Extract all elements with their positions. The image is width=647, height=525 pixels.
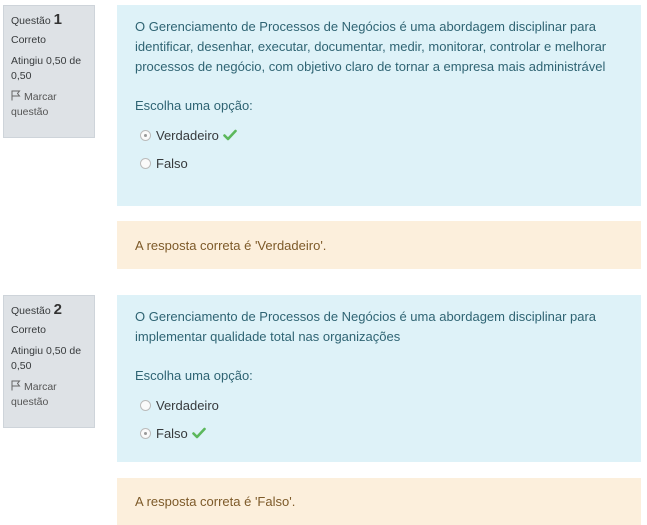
radio-button[interactable] bbox=[140, 157, 151, 169]
option-label: Verdadeiro bbox=[156, 127, 219, 143]
answer-prompt: Escolha uma opção: bbox=[135, 98, 253, 113]
option-label: Falso bbox=[156, 425, 188, 441]
question-state: Correto bbox=[11, 34, 47, 46]
answer-prompt: Escolha uma opção: bbox=[135, 368, 253, 383]
question-number: Questão 2 bbox=[11, 302, 87, 319]
flag-icon bbox=[11, 380, 21, 391]
flag-question-link[interactable]: Marcar questão bbox=[11, 90, 87, 120]
question-grade: Atingiu 0,50 de 0,50 bbox=[11, 345, 82, 372]
radio-button[interactable] bbox=[140, 129, 151, 141]
question-state: Correto bbox=[11, 324, 47, 336]
question-number-value: 2 bbox=[53, 301, 62, 318]
option-label: Verdadeiro bbox=[156, 397, 219, 413]
check-icon bbox=[223, 129, 237, 141]
question-grade: Atingiu 0,50 de 0,50 bbox=[11, 55, 82, 82]
answer-option-verdadeiro[interactable]: Verdadeiro bbox=[135, 121, 623, 149]
question-2-formulation: O Gerenciamento de Processos de Negócios… bbox=[117, 295, 641, 462]
question-text: O Gerenciamento de Processos de Negócios… bbox=[135, 19, 607, 74]
option-label: Falso bbox=[156, 155, 188, 171]
question-1-feedback: A resposta correta é 'Verdadeiro'. bbox=[117, 221, 641, 269]
answer-option-falso[interactable]: Falso bbox=[135, 419, 623, 447]
flag-icon bbox=[11, 90, 21, 101]
question-number-value: 1 bbox=[53, 11, 62, 28]
question-number: Questão 1 bbox=[11, 12, 87, 29]
question-1-formulation: O Gerenciamento de Processos de Negócios… bbox=[117, 5, 641, 206]
radio-button[interactable] bbox=[140, 399, 151, 411]
question-label: Questão bbox=[11, 15, 51, 27]
question-1-info: Questão 1 Correto Atingiu 0,50 de 0,50 M… bbox=[3, 5, 95, 138]
check-icon bbox=[191, 427, 206, 439]
question-2-info: Questão 2 Correto Atingiu 0,50 de 0,50 M… bbox=[3, 295, 95, 428]
question-2-feedback: A resposta correta é 'Falso'. bbox=[117, 478, 641, 525]
flag-question-link[interactable]: Marcar questão bbox=[11, 380, 87, 410]
answer-option-falso[interactable]: Falso bbox=[135, 149, 623, 177]
question-label: Questão bbox=[11, 305, 51, 317]
radio-button[interactable] bbox=[140, 427, 151, 439]
correct-answer-text: A resposta correta é 'Falso'. bbox=[135, 494, 296, 509]
answer-option-verdadeiro[interactable]: Verdadeiro bbox=[135, 391, 623, 419]
correct-answer-text: A resposta correta é 'Verdadeiro'. bbox=[135, 237, 327, 253]
question-text: O Gerenciamento de Processos de Negócios… bbox=[135, 309, 597, 344]
